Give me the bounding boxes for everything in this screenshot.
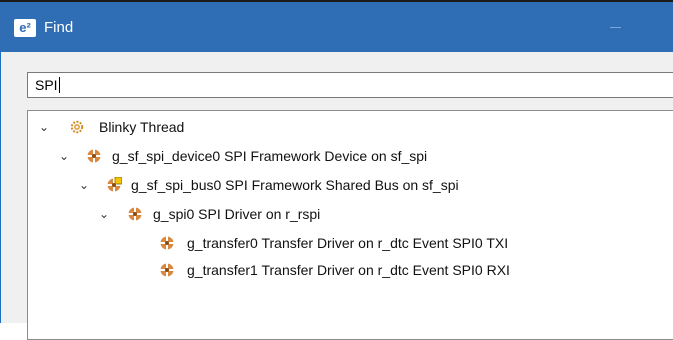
chevron-down-icon[interactable]: ⌄ [37,116,51,138]
results-tree[interactable]: ⌄ Blinky Thread ⌄ g_sf_spi_device0 SPI F… [27,110,673,340]
tree-node-label: g_sf_spi_bus0 SPI Framework Shared Bus o… [131,177,459,193]
tree-node-label: g_sf_spi_device0 SPI Framework Device on… [112,148,428,164]
tree-node-transfer1[interactable]: g_transfer1 Transfer Driver on r_dtc Eve… [28,259,668,281]
search-input[interactable]: SPI [27,72,673,98]
tree-node-transfer0[interactable]: g_transfer0 Transfer Driver on r_dtc Eve… [28,232,668,254]
module-icon [87,149,101,163]
tree-node-blinky-thread[interactable]: ⌄ Blinky Thread [28,116,668,138]
chevron-down-icon[interactable]: ⌄ [77,174,91,196]
module-warning-icon [107,177,122,192]
gear-icon [70,120,84,134]
tree-node-label: g_spi0 SPI Driver on r_rspi [153,206,321,222]
tree-node-label: g_transfer1 Transfer Driver on r_dtc Eve… [187,262,510,278]
text-caret [58,77,60,93]
window-title: Find [44,19,74,36]
search-input-value: SPI [35,77,60,93]
tree-node-label: Blinky Thread [99,119,185,135]
module-icon [160,236,174,250]
minimize-button[interactable] [610,27,621,28]
chevron-down-icon[interactable]: ⌄ [57,145,71,167]
module-icon [128,207,142,221]
tree-node-spi-bus[interactable]: ⌄ g_sf_spi_bus0 SPI Framework Shared Bus… [28,174,668,196]
module-icon [160,263,174,277]
chevron-down-icon[interactable]: ⌄ [97,203,111,225]
tree-node-spi-device[interactable]: ⌄ g_sf_spi_device0 SPI Framework Device … [28,145,668,167]
tree-node-label: g_transfer0 Transfer Driver on r_dtc Eve… [187,235,509,251]
tree-node-spi-driver[interactable]: ⌄ g_spi0 SPI Driver on r_rspi [28,203,668,225]
app-logo-icon: e² [14,19,36,37]
title-bar[interactable]: e² Find [0,2,673,52]
